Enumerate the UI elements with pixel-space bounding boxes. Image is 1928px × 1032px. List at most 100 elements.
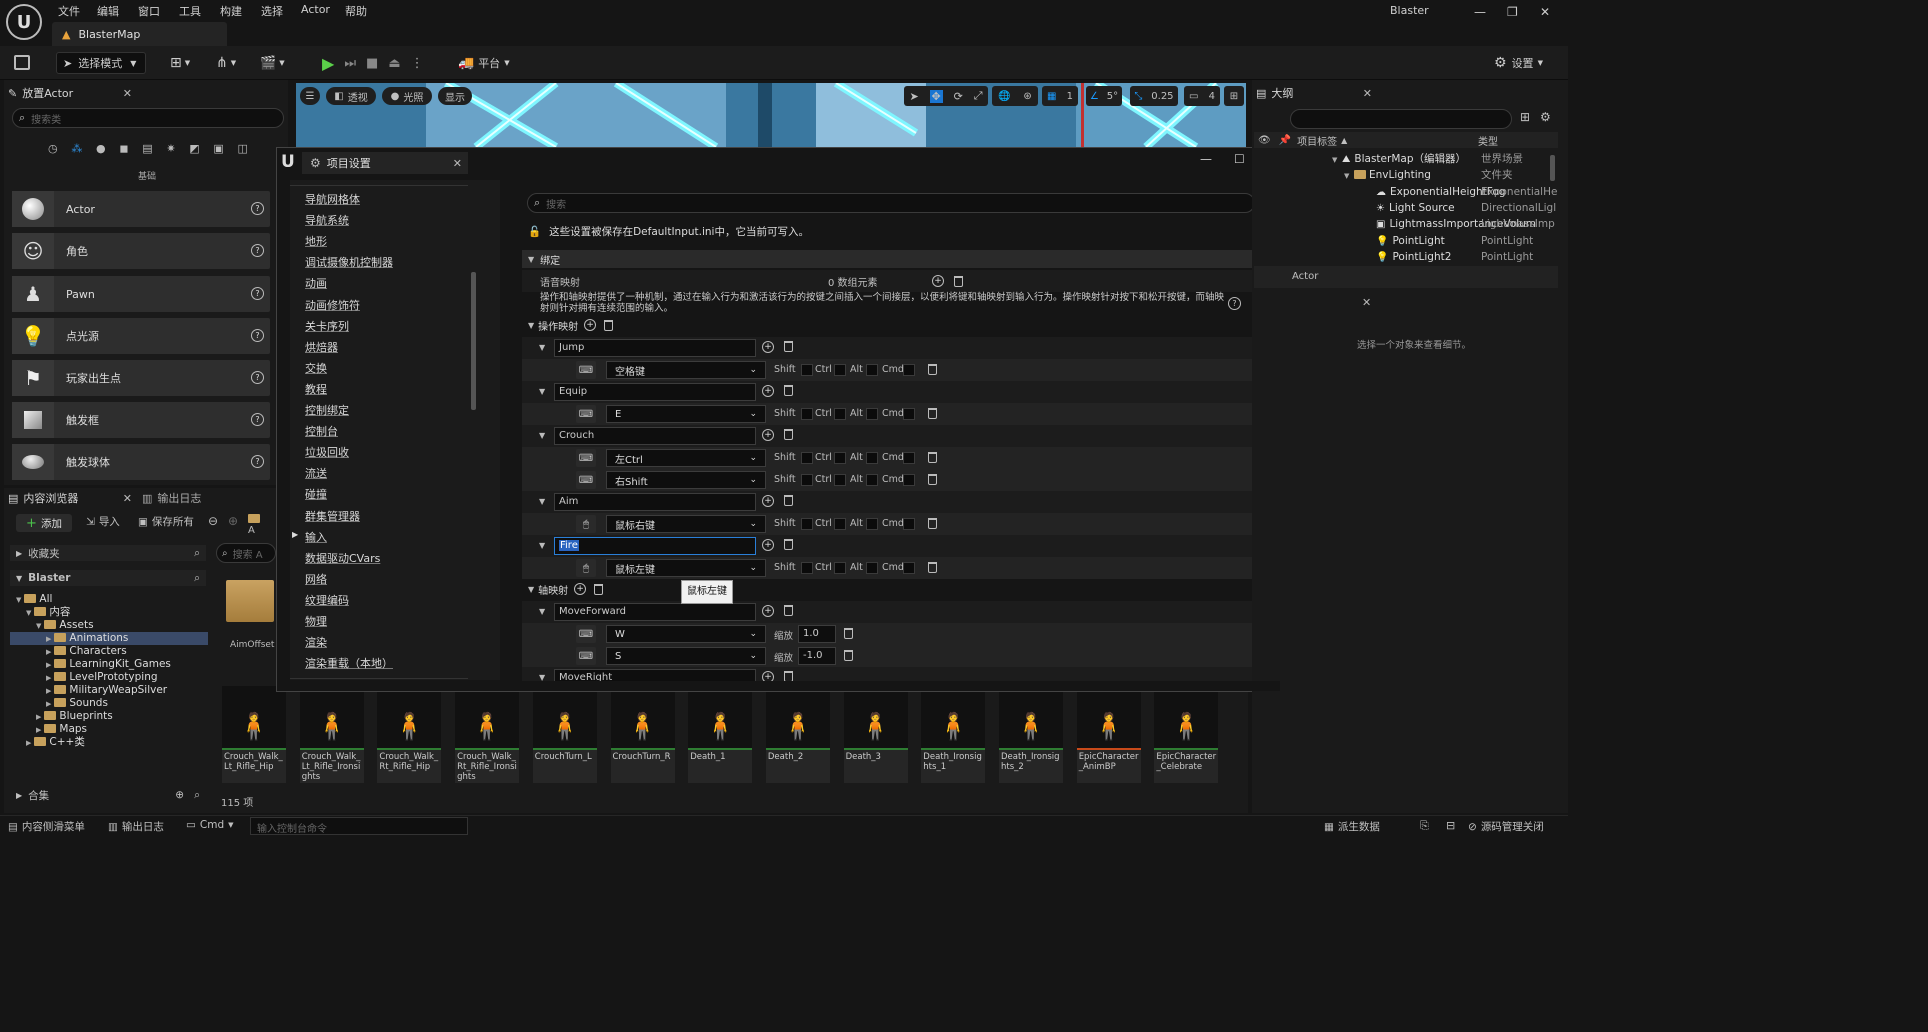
select-mode-dropdown[interactable]: ➤ 选择模式 ▼	[56, 52, 146, 74]
add-key-icon[interactable]: +	[762, 341, 774, 353]
nav-item[interactable]: 地形	[305, 233, 327, 249]
modifier-checkbox[interactable]	[834, 452, 846, 464]
modifier-checkbox[interactable]	[866, 474, 878, 486]
eye-icon[interactable]: 👁	[1258, 135, 1271, 146]
lit-button[interactable]: ● 光照	[382, 87, 432, 105]
pin-icon[interactable]: 📌	[1279, 135, 1291, 146]
volumes-icon[interactable]: ▣	[213, 142, 223, 155]
collections-header[interactable]: ▶ 合集 ⊕ ⌕	[10, 787, 206, 803]
viewport-menu-icon[interactable]: ☰	[300, 87, 320, 105]
nav-item[interactable]: 导航网格体	[305, 191, 360, 207]
close-details-icon[interactable]: ✕	[1362, 296, 1371, 309]
folder-path-icon[interactable]: A	[248, 514, 268, 536]
key-selector[interactable]: W ⌄	[606, 625, 766, 643]
trash-icon[interactable]	[604, 319, 614, 331]
trash-icon[interactable]	[784, 495, 793, 506]
back-icon[interactable]: ⊖	[208, 514, 218, 528]
eject-icon[interactable]: ⏏	[388, 56, 400, 71]
scale-input[interactable]: 1.0	[798, 625, 836, 643]
save-all-button[interactable]: ▣ 保存所有	[138, 514, 194, 529]
place-actor-search[interactable]: ⌕ 搜索类	[12, 108, 284, 128]
search-icon[interactable]: ⌕	[194, 547, 200, 560]
tree-folder[interactable]: ▼ 内容	[10, 606, 208, 619]
modifier-checkbox[interactable]	[866, 518, 878, 530]
import-button[interactable]: ⇲ 导入	[86, 514, 120, 529]
modifier-checkbox[interactable]	[866, 364, 878, 376]
asset-thumbnail[interactable]: 🧍 Crouch_Walk_Rt_Rifle_Ironsights	[455, 686, 520, 783]
place-item-point-light[interactable]: 💡 点光源?	[12, 318, 270, 354]
nav-item[interactable]: 烘焙器	[305, 339, 338, 355]
asset-thumbnail[interactable]: 🧍 Death_Ironsights_2	[999, 686, 1063, 783]
search-icon[interactable]: ⌕	[194, 789, 200, 802]
trash-icon[interactable]	[928, 364, 937, 375]
place-item-trigger-sphere[interactable]: 触发球体?	[12, 444, 270, 480]
menu-tools[interactable]: 工具	[179, 3, 201, 19]
modifier-checkbox[interactable]	[801, 518, 813, 530]
modifier-checkbox[interactable]	[866, 562, 878, 574]
scale-input[interactable]: -1.0	[798, 647, 836, 665]
outliner-row[interactable]: ▼ EnvLighting 文件夹	[1296, 167, 1558, 183]
nav-item[interactable]: 导航系统	[305, 212, 349, 228]
close-panel-icon[interactable]: ✕	[1363, 87, 1372, 100]
help-icon[interactable]: ?	[251, 455, 264, 468]
trash-icon[interactable]	[844, 628, 853, 639]
add-axis-icon[interactable]: +	[574, 583, 587, 595]
tree-folder[interactable]: ▶ Animations	[10, 632, 208, 645]
tree-folder[interactable]: ▶ LearningKit_Games	[10, 658, 208, 671]
keyboard-icon[interactable]: ⌨	[576, 471, 596, 489]
place-item-player-start[interactable]: ⚑ 玩家出生点?	[12, 360, 270, 396]
modifier-checkbox[interactable]	[801, 562, 813, 574]
help-icon[interactable]: ?	[251, 371, 264, 384]
nav-item[interactable]: 纹理编码	[305, 592, 349, 608]
bindings-section-header[interactable]: ▼ 绑定	[522, 250, 1264, 268]
restore-icon[interactable]: ❐	[1507, 5, 1518, 19]
add-collection-icon[interactable]: ⊕	[175, 789, 184, 801]
asset-thumbnail[interactable]: 🧍 Death_2	[765, 686, 830, 783]
source-control-button[interactable]: ⊘ 源码管理关闭	[1468, 819, 1544, 834]
outliner-search[interactable]	[1290, 109, 1512, 129]
save-icon[interactable]	[14, 55, 30, 70]
tree-folder[interactable]: ▶ MilitaryWeapSilver	[10, 684, 208, 697]
nav-item[interactable]: 流送	[305, 465, 327, 481]
nav-item[interactable]: 渲染重载（本地）	[305, 655, 393, 671]
keyboard-icon[interactable]: ⌨	[576, 361, 596, 379]
help-icon[interactable]: ?	[251, 202, 264, 215]
minimize-icon[interactable]: —	[1474, 5, 1486, 19]
help-icon[interactable]: ?	[251, 287, 264, 300]
mapping-name-input[interactable]: Fire	[554, 537, 756, 555]
modifier-checkbox[interactable]	[801, 452, 813, 464]
keyboard-icon[interactable]: ⌨	[576, 625, 596, 643]
geometry-icon[interactable]: ◩	[189, 142, 199, 155]
blaster-header[interactable]: ▼ Blaster ⌕	[10, 570, 206, 586]
move-tool-icon[interactable]: ✥	[929, 89, 943, 103]
nav-item[interactable]: 动画修饰符	[305, 297, 360, 313]
perspective-button[interactable]: ◧ 透视	[326, 87, 376, 105]
asset-thumbnail[interactable]: 🧍 Death_Ironsights_1	[921, 686, 986, 783]
outliner-row[interactable]: ▼ ⛰ BlasterMap（编辑器） 世界场景	[1296, 151, 1558, 167]
add-action-icon[interactable]: +	[584, 319, 597, 331]
shapes-icon[interactable]: ◼	[119, 142, 128, 155]
play-icon[interactable]: ▶	[322, 54, 334, 73]
outliner-row[interactable]: 💡 PointLight2 PointLight	[1296, 249, 1558, 265]
asset-search[interactable]: ⌕ 搜索 A	[216, 543, 276, 563]
outliner-scrollbar[interactable]	[1550, 155, 1555, 181]
close-tab-icon[interactable]: ✕	[453, 157, 462, 170]
keyboard-icon[interactable]: ⌨	[576, 449, 596, 467]
modifier-checkbox[interactable]	[834, 364, 846, 376]
mouse-icon[interactable]: 🖱	[576, 515, 596, 533]
place-item-pawn[interactable]: ♟ Pawn?	[12, 276, 270, 312]
all-classes-icon[interactable]: ◫	[238, 142, 248, 155]
favorites-header[interactable]: ▶ 收藏夹 ⌕	[10, 545, 206, 561]
trash-icon[interactable]	[928, 474, 937, 485]
settings-dropdown[interactable]: ⚙ 设置 ▼	[1494, 52, 1558, 74]
key-selector[interactable]: S ⌄	[606, 647, 766, 665]
visual-effects-icon[interactable]: ✷	[166, 142, 175, 155]
trash-icon[interactable]	[928, 518, 937, 529]
output-log-button[interactable]: ▥ 输出日志	[108, 819, 164, 834]
modifier-checkbox[interactable]	[834, 518, 846, 530]
asset-thumbnail[interactable]: 🧍 Death_1	[688, 686, 753, 783]
modifier-checkbox[interactable]	[801, 474, 813, 486]
asset-thumbnail[interactable]: 🧍 CrouchTurn_L	[532, 686, 597, 783]
tree-folder[interactable]: ▶ Sounds	[10, 697, 208, 710]
settings-search[interactable]: ⌕ 搜索	[527, 193, 1255, 213]
